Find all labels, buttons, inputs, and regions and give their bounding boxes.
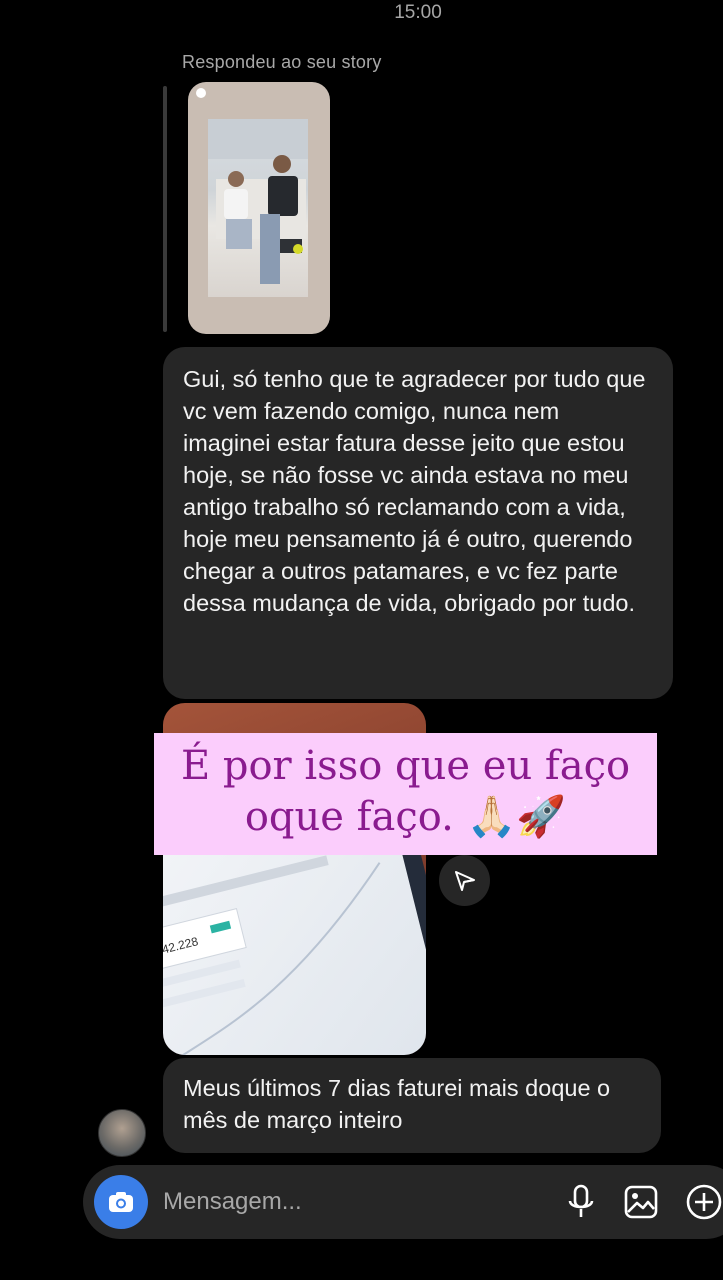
message-text: Meus últimos 7 dias faturei mais doque o… [183,1075,611,1133]
microphone-icon [568,1184,594,1217]
plus-circle-icon [686,1184,722,1220]
add-button[interactable] [685,1183,723,1221]
camera-button[interactable] [94,1175,148,1229]
message-bubble[interactable]: Meus últimos 7 dias faturei mais doque o… [163,1058,661,1153]
gallery-icon [624,1185,658,1219]
reply-indicator-bar [163,86,167,332]
banner-line-2: oque faço. 🙏🏻🚀 [244,794,567,840]
message-input[interactable] [163,1184,553,1220]
message-timestamp: 15:00 [394,2,442,23]
banner-line-1: É por isso que eu faço [180,743,631,789]
camera-icon [109,1192,133,1212]
story-preview-image [208,119,308,297]
story-reply-caption: Respondeu ao seu story [182,52,382,72]
story-badge-icon [196,88,206,98]
gallery-button[interactable] [622,1183,660,1221]
message-bubble[interactable]: Gui, só tenho que te agradecer por tudo … [163,347,673,699]
microphone-button[interactable] [563,1183,599,1221]
share-button[interactable] [439,855,490,906]
story-thumbnail[interactable] [188,82,330,334]
message-text: Gui, só tenho que te agradecer por tudo … [183,366,646,616]
send-icon [454,870,475,891]
avatar[interactable] [98,1109,146,1157]
overlay-caption-banner: É por isso que eu faço oque faço. 🙏🏻🚀 [154,733,657,855]
